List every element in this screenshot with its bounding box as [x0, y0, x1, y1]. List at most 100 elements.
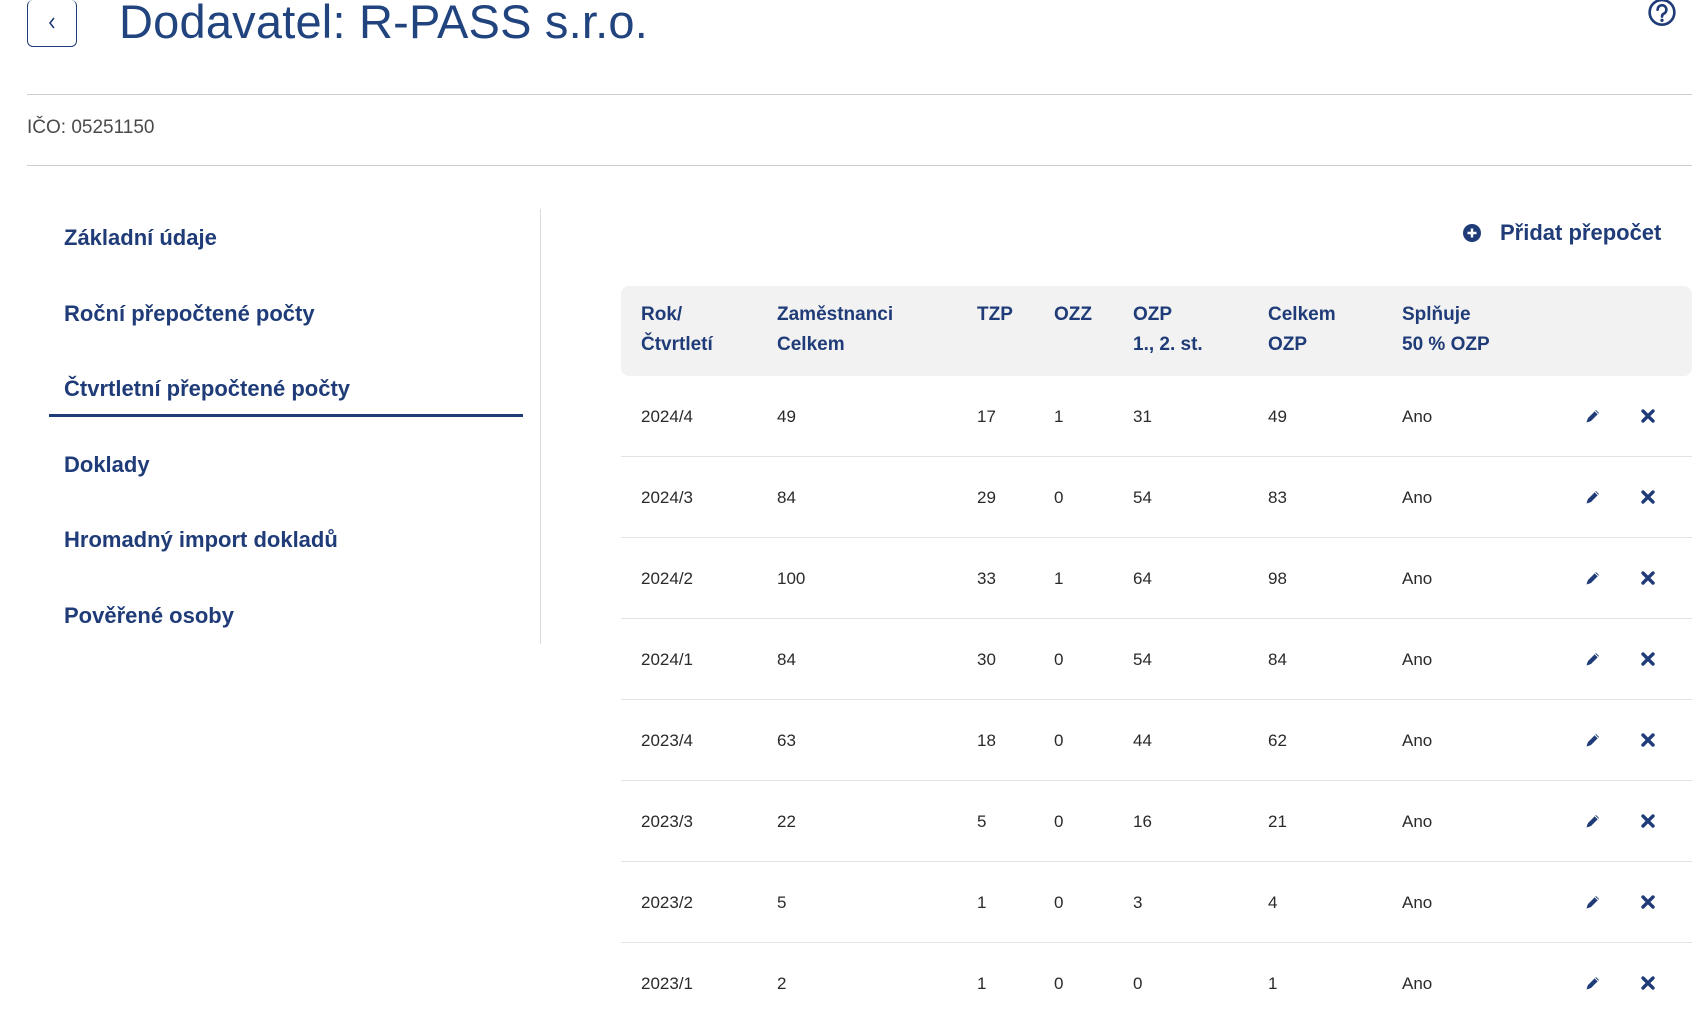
sidebar-item-ctvrtletni-prepoctene-pocty[interactable]: Čtvrtletní přepočtené počty: [64, 376, 350, 402]
cell-ozz: 0: [1054, 974, 1064, 993]
cell-splnuje: Ano: [1402, 569, 1433, 588]
cell-celkem-ozp: 4: [1268, 893, 1278, 912]
add-prepocet-button[interactable]: Přidat přepočet: [1462, 220, 1661, 246]
cell-rok: 2024/1: [641, 650, 693, 669]
cell-tzp: 1: [977, 974, 987, 993]
question-circle-icon[interactable]: [1645, 0, 1679, 30]
cell-tzp: 29: [977, 488, 996, 507]
edit-button[interactable]: [1583, 487, 1603, 507]
delete-button[interactable]: [1638, 973, 1658, 993]
table-row: 2023/2 5 1 0 3 4 Ano: [621, 862, 1692, 943]
column-header-celkem-ozp[interactable]: Celkem OZP: [1268, 300, 1336, 360]
sidebar-item-zakladni-udaje[interactable]: Základní údaje: [64, 225, 217, 251]
sidebar-item-hromadny-import-dokladu[interactable]: Hromadný import dokladů: [64, 527, 338, 553]
close-icon: [1641, 814, 1655, 828]
cell-ozp: 0: [1133, 974, 1143, 993]
table-row: 2024/2 100 33 1 64 98 Ano: [621, 538, 1692, 619]
cell-celkem-ozp: 1: [1268, 974, 1278, 993]
table-row: 2024/1 84 30 0 54 84 Ano: [621, 619, 1692, 700]
edit-button[interactable]: [1583, 406, 1603, 426]
edit-button[interactable]: [1583, 568, 1603, 588]
cell-celkem-ozp: 83: [1268, 488, 1287, 507]
cell-splnuje: Ano: [1402, 650, 1433, 669]
cell-splnuje: Ano: [1402, 407, 1433, 426]
cell-tzp: 30: [977, 650, 996, 669]
cell-splnuje: Ano: [1402, 488, 1433, 507]
edit-button[interactable]: [1583, 649, 1603, 669]
edit-button[interactable]: [1583, 892, 1603, 912]
pencil-icon: [1586, 815, 1599, 828]
pencil-icon: [1586, 977, 1599, 990]
close-icon: [1641, 733, 1655, 747]
pencil-icon: [1586, 491, 1599, 504]
back-button[interactable]: [27, 0, 77, 47]
delete-button[interactable]: [1638, 730, 1658, 750]
pencil-icon: [1586, 572, 1599, 585]
sidebar-item-doklady[interactable]: Doklady: [64, 452, 150, 478]
cell-ozz: 0: [1054, 731, 1064, 750]
pencil-icon: [1586, 896, 1599, 909]
cell-rok: 2023/4: [641, 731, 693, 750]
column-header-ozz[interactable]: OZZ: [1054, 300, 1092, 330]
edit-button[interactable]: [1583, 730, 1603, 750]
sidebar-divider: [540, 209, 541, 644]
cell-zamestnanci: 63: [777, 731, 796, 750]
close-icon: [1641, 490, 1655, 504]
sidebar-item-rocni-prepoctene-pocty[interactable]: Roční přepočtené počty: [64, 301, 315, 327]
cell-tzp: 33: [977, 569, 996, 588]
edit-button[interactable]: [1583, 811, 1603, 831]
cell-rok: 2024/2: [641, 569, 693, 588]
close-icon: [1641, 652, 1655, 666]
column-header-rok[interactable]: Rok/Čtvrtletí: [641, 300, 713, 360]
cell-ozp: 3: [1133, 893, 1143, 912]
cell-ozp: 16: [1133, 812, 1152, 831]
table-row: 2024/3 84 29 0 54 83 Ano: [621, 457, 1692, 538]
table-row: 2024/4 49 17 1 31 49 Ano: [621, 376, 1692, 457]
plus-circle-icon: [1463, 224, 1481, 242]
cell-splnuje: Ano: [1402, 893, 1433, 912]
column-header-splnuje[interactable]: Splňuje 50 % OZP: [1402, 300, 1490, 360]
sidebar-item-poverene-osoby[interactable]: Pověřené osoby: [64, 603, 234, 629]
cell-ozz: 0: [1054, 893, 1064, 912]
cell-zamestnanci: 49: [777, 407, 796, 426]
cell-rok: 2023/1: [641, 974, 693, 993]
cell-ozp: 44: [1133, 731, 1152, 750]
cell-ozp: 54: [1133, 650, 1152, 669]
delete-button[interactable]: [1638, 568, 1658, 588]
close-icon: [1641, 976, 1655, 990]
delete-button[interactable]: [1638, 811, 1658, 831]
cell-rok: 2024/4: [641, 407, 693, 426]
delete-button[interactable]: [1638, 649, 1658, 669]
column-header-ozp[interactable]: OZP 1., 2. st.: [1133, 300, 1203, 360]
pencil-icon: [1586, 410, 1599, 423]
table-header: Rok/Čtvrtletí Zaměstnanci Celkem TZP OZZ …: [621, 286, 1692, 376]
cell-ozp: 31: [1133, 407, 1152, 426]
header-divider: [27, 94, 1692, 95]
delete-button[interactable]: [1638, 892, 1658, 912]
column-header-zamestnanci[interactable]: Zaměstnanci Celkem: [777, 300, 893, 360]
page-title: Dodavatel: R-PASS s.r.o.: [119, 0, 648, 48]
cell-celkem-ozp: 62: [1268, 731, 1287, 750]
cell-zamestnanci: 2: [777, 974, 787, 993]
table-row: 2023/4 63 18 0 44 62 Ano: [621, 700, 1692, 781]
cell-zamestnanci: 22: [777, 812, 796, 831]
pencil-icon: [1586, 653, 1599, 666]
column-header-tzp[interactable]: TZP: [977, 300, 1013, 330]
delete-button[interactable]: [1638, 487, 1658, 507]
close-icon: [1641, 895, 1655, 909]
cell-celkem-ozp: 98: [1268, 569, 1287, 588]
edit-button[interactable]: [1583, 973, 1603, 993]
delete-button[interactable]: [1638, 406, 1658, 426]
cell-zamestnanci: 84: [777, 488, 796, 507]
cell-rok: 2023/3: [641, 812, 693, 831]
add-prepocet-label: Přidat přepočet: [1500, 220, 1662, 245]
cell-rok: 2024/3: [641, 488, 693, 507]
cell-zamestnanci: 84: [777, 650, 796, 669]
ico-divider: [27, 165, 1692, 166]
cell-splnuje: Ano: [1402, 812, 1433, 831]
cell-tzp: 17: [977, 407, 996, 426]
cell-ozp: 64: [1133, 569, 1152, 588]
cell-celkem-ozp: 84: [1268, 650, 1287, 669]
cell-ozz: 1: [1054, 569, 1064, 588]
close-icon: [1641, 571, 1655, 585]
